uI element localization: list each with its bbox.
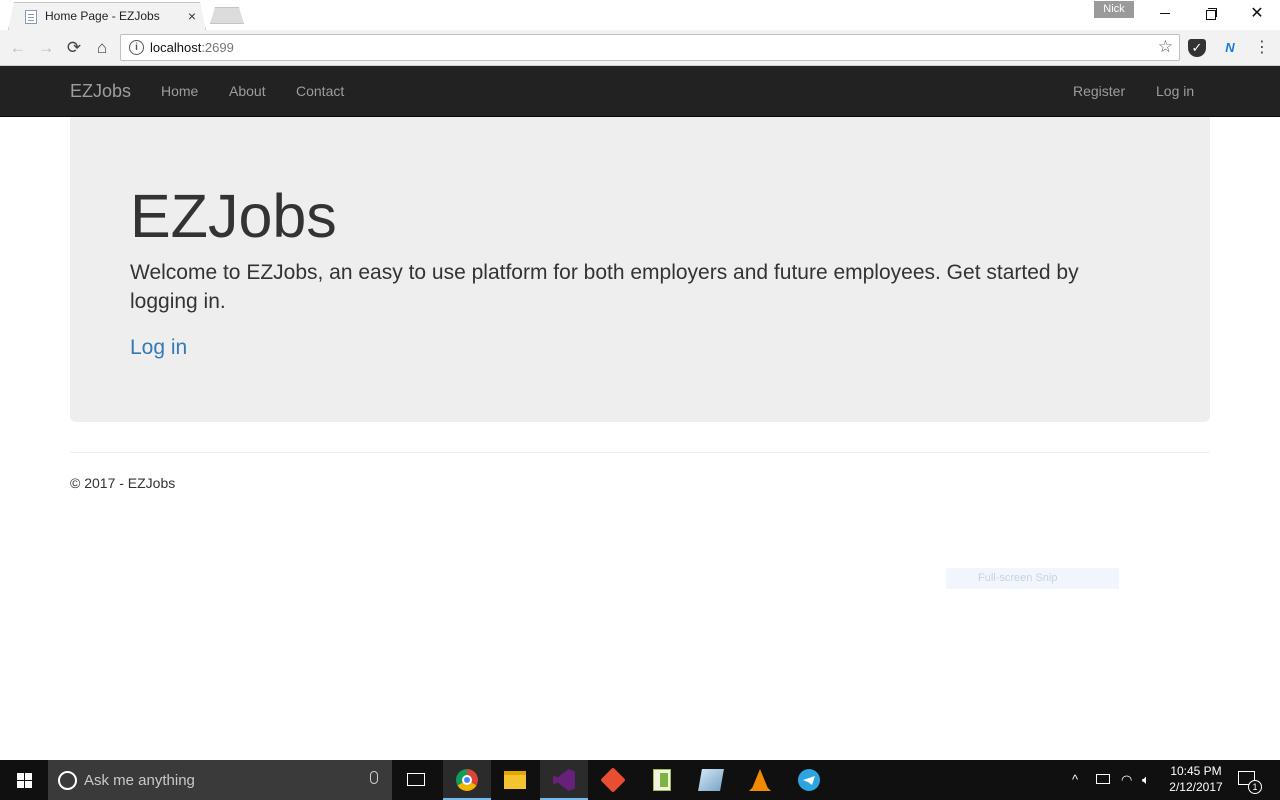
url-host: localhost: [150, 40, 202, 55]
start-windows-icon[interactable]: [0, 760, 48, 800]
notepad-plus-icon[interactable]: [638, 760, 686, 800]
address-bar[interactable]: i localhost:2699 ☆: [120, 34, 1180, 61]
back-arrow-icon[interactable]: ←: [6, 36, 30, 60]
browser-tab-active[interactable]: Home Page - EZJobs ×: [8, 2, 206, 30]
snip-tooltip: Full-screen Snip: [946, 568, 1119, 589]
cortana-icon: [58, 771, 77, 790]
clock-date: 2/12/2017: [1169, 780, 1223, 794]
url-port: :2699: [201, 40, 234, 55]
tab-close-icon[interactable]: ×: [188, 7, 196, 25]
system-clock[interactable]: 10:45 PM 2/12/2017: [1160, 763, 1232, 795]
page-title: EZJobs: [130, 182, 337, 250]
microphone-icon[interactable]: [370, 771, 378, 784]
task-view-icon[interactable]: [392, 760, 440, 800]
telegram-icon[interactable]: [785, 760, 833, 800]
pocket-extension-icon[interactable]: ✓: [1188, 39, 1206, 57]
lead-text: Welcome to EZJobs, an easy to use platfo…: [130, 261, 1079, 313]
footer-text: © 2017 - EZJobs: [70, 475, 176, 491]
notification-count: 1: [1248, 780, 1262, 794]
clock-time: 10:45 PM: [1170, 764, 1222, 778]
chevron-up-icon[interactable]: ^: [1072, 772, 1078, 787]
windows-app-icon[interactable]: [687, 760, 735, 800]
file-explorer-icon[interactable]: [491, 760, 539, 800]
nav-link-about[interactable]: About: [229, 83, 266, 99]
forward-arrow-icon[interactable]: →: [34, 36, 58, 60]
git-icon[interactable]: [589, 760, 637, 800]
profile-button[interactable]: Nick: [1094, 1, 1134, 18]
cortana-search-box[interactable]: Ask me anything: [48, 760, 392, 800]
browser-toolbar: ← → ⟳ ⌂ i localhost:2699 ☆ ✓ N ⋮: [0, 30, 1280, 66]
nav-link-home[interactable]: Home: [161, 83, 198, 99]
visual-studio-icon[interactable]: [540, 760, 588, 800]
restore-button[interactable]: [1188, 0, 1234, 28]
url-text[interactable]: localhost:2699: [150, 40, 234, 55]
jumbotron: EZJobs Welcome to EZJobs, an easy to use…: [70, 117, 1210, 422]
browser-titlebar: Home Page - EZJobs × Nick ✕: [0, 0, 1280, 30]
close-window-button[interactable]: ✕: [1234, 0, 1280, 28]
chrome-icon[interactable]: [443, 760, 491, 800]
new-tab-button[interactable]: [210, 7, 244, 24]
battery-icon[interactable]: [1096, 774, 1110, 784]
wifi-icon[interactable]: ◠: [1121, 772, 1132, 788]
tab-title: Home Page - EZJobs: [45, 9, 160, 23]
site-info-icon[interactable]: i: [129, 40, 144, 55]
site-navbar: EZJobs Home About Contact Register Log i…: [0, 66, 1280, 117]
browser-menu-icon[interactable]: ⋮: [1253, 39, 1271, 57]
page-favicon-icon: [25, 10, 37, 24]
volume-icon[interactable]: 🔈︎: [1142, 772, 1150, 788]
nav-link-register[interactable]: Register: [1073, 83, 1125, 99]
home-icon[interactable]: ⌂: [90, 36, 114, 60]
login-cta-link[interactable]: Log in: [130, 336, 187, 360]
footer-divider: [70, 452, 1210, 453]
reload-icon[interactable]: ⟳: [62, 36, 86, 60]
nav-link-login[interactable]: Log in: [1156, 83, 1194, 99]
taskbar: Ask me anything ^ ◠ 🔈︎ 10:45 PM 2/12/201…: [0, 760, 1280, 800]
navbar-brand[interactable]: EZJobs: [70, 81, 131, 102]
nav-link-contact[interactable]: Contact: [296, 83, 344, 99]
bookmark-star-icon[interactable]: ☆: [1158, 37, 1173, 57]
minimize-button[interactable]: [1142, 0, 1188, 28]
extension-n-icon[interactable]: N: [1221, 39, 1239, 57]
search-placeholder: Ask me anything: [84, 772, 195, 789]
vlc-icon[interactable]: [736, 760, 784, 800]
